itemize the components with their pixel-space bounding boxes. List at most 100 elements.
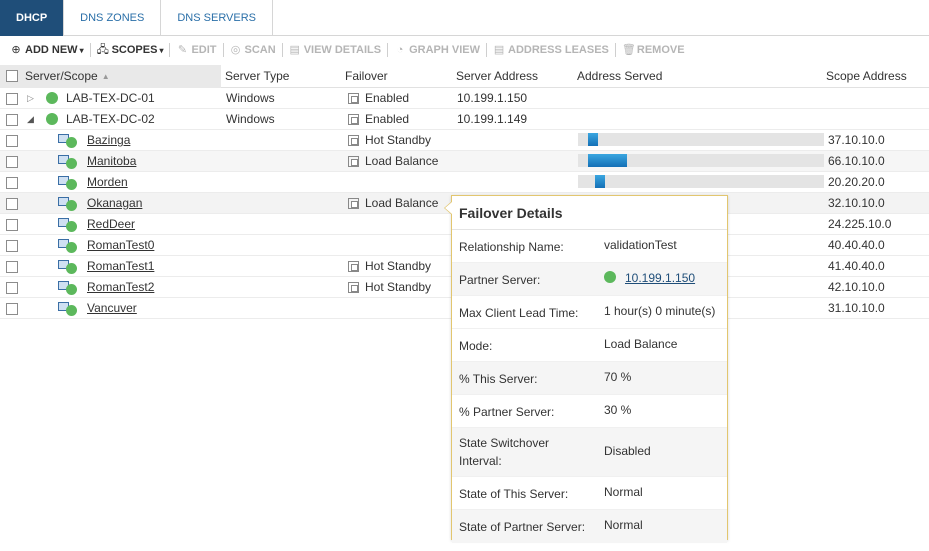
column-server-type[interactable]: Server Type	[225, 65, 289, 87]
scope-name-link[interactable]: RomanTest0	[87, 235, 154, 255]
failover-icon	[348, 260, 359, 272]
tab-dhcp[interactable]: DHCP	[0, 0, 65, 36]
scope-icon	[58, 193, 78, 213]
table-row-server[interactable]: ▷ LAB-TEX-DC-01 Windows Enabled 10.199.1…	[0, 88, 929, 109]
row-checkbox[interactable]	[6, 261, 18, 273]
popup-label: Relationship Name:	[459, 240, 564, 254]
toolbar-separator	[387, 43, 389, 57]
expand-arrow-icon[interactable]: ▷	[27, 88, 34, 108]
toolbar: ⊕ ADD NEW ▾ 🖧 SCOPES ▾ ✎ EDIT ◎ SCAN ▤ V…	[0, 37, 929, 63]
add-new-label: ADD NEW	[25, 44, 78, 56]
address-leases-button[interactable]: ▤ ADDRESS LEASES	[489, 37, 613, 63]
scope-name-link[interactable]: Bazinga	[87, 130, 130, 150]
scope-address: 24.225.10.0	[828, 217, 892, 231]
table-row-scope[interactable]: Morden 20.20.20.0	[0, 172, 929, 193]
row-checkbox[interactable]	[6, 303, 18, 315]
popup-value: 70 %	[604, 370, 632, 384]
scope-icon	[58, 298, 78, 318]
toolbar-separator	[169, 43, 171, 57]
popup-row: Max Client Lead Time: 1 hour(s) 0 minute…	[452, 296, 727, 329]
scope-name-link[interactable]: RomanTest2	[87, 277, 154, 297]
row-checkbox[interactable]	[6, 135, 18, 147]
table-row-server[interactable]: ◢ LAB-TEX-DC-02 Windows Enabled 10.199.1…	[0, 109, 929, 130]
scopes-button[interactable]: 🖧 SCOPES ▾	[93, 37, 168, 63]
view-details-button[interactable]: ▤ VIEW DETAILS	[285, 37, 385, 63]
row-checkbox[interactable]	[6, 114, 18, 126]
scope-address: 37.10.10.0	[828, 133, 885, 147]
scope-icon	[58, 235, 78, 255]
popup-label: State Switchover Interval:	[459, 436, 550, 468]
partner-server-link[interactable]: 10.199.1.150	[625, 271, 695, 285]
scope-failover: Hot Standby	[348, 277, 431, 297]
add-new-button[interactable]: ⊕ ADD NEW ▾	[6, 37, 88, 63]
scope-failover[interactable]: Load Balance	[348, 193, 438, 213]
partner-server-value: 10.199.1.150	[604, 271, 695, 285]
tab-dns-zones[interactable]: DNS ZONES	[64, 0, 162, 36]
scope-name-link[interactable]: Okanagan	[87, 193, 142, 213]
remove-button[interactable]: 🗑 REMOVE	[618, 37, 689, 63]
popup-pointer	[444, 201, 452, 215]
scope-failover-label: Load Balance	[365, 154, 439, 168]
popup-value: Load Balance	[604, 337, 678, 351]
failover-icon	[348, 197, 359, 209]
row-checkbox[interactable]	[6, 240, 18, 252]
server-address: 10.199.1.150	[457, 91, 528, 105]
column-address-served[interactable]: Address Served	[577, 65, 662, 87]
scan-button[interactable]: ◎ SCAN	[226, 37, 280, 63]
failover-icon	[348, 134, 359, 146]
server-status-dot	[46, 109, 58, 129]
row-checkbox[interactable]	[6, 219, 18, 231]
column-server-address[interactable]: Server Address	[456, 65, 538, 87]
scope-failover-label: Hot Standby	[365, 259, 432, 273]
caret-down-icon: ▾	[159, 45, 164, 55]
select-all-checkbox[interactable]	[6, 70, 18, 82]
document-icon: ▤	[493, 44, 505, 56]
scope-name-link[interactable]: Vancuver	[87, 298, 137, 318]
scope-failover-label: Hot Standby	[365, 280, 432, 294]
popup-label: Max Client Lead Time:	[459, 306, 579, 320]
scope-name-link[interactable]: RomanTest1	[87, 256, 154, 276]
scope-name-link[interactable]: Morden	[87, 172, 128, 192]
edit-button[interactable]: ✎ EDIT	[172, 37, 220, 63]
column-failover[interactable]: Failover	[345, 65, 388, 87]
popup-label: Mode:	[459, 339, 493, 353]
popup-value: validationTest	[604, 238, 677, 252]
column-server-scope[interactable]: Server/Scope ▲	[25, 65, 110, 87]
popup-value: Normal	[604, 485, 643, 499]
scope-icon	[58, 256, 78, 276]
row-checkbox[interactable]	[6, 156, 18, 168]
scope-icon	[58, 151, 78, 171]
collapse-arrow-icon[interactable]: ◢	[27, 109, 34, 129]
grid-header: Server/Scope ▲ Server Type Failover Serv…	[0, 65, 929, 88]
popup-label: State of Partner Server:	[459, 520, 586, 534]
scope-name-link[interactable]: Manitoba	[87, 151, 136, 171]
column-scope-address[interactable]: Scope Address	[826, 65, 907, 87]
failover-details-popup: Failover Details Relationship Name: vali…	[444, 195, 728, 543]
address-served-bar	[578, 154, 824, 167]
table-row-scope[interactable]: Manitoba Load Balance 66.10.10.0	[0, 151, 929, 172]
scope-name-link[interactable]: RedDeer	[87, 214, 135, 234]
scope-failover-label: Hot Standby	[365, 133, 432, 147]
toolbar-separator	[89, 43, 91, 57]
toolbar-separator	[614, 43, 616, 57]
row-checkbox[interactable]	[6, 198, 18, 210]
popup-value: 30 %	[604, 403, 632, 417]
graph-view-button[interactable]: ◔ GRAPH VIEW	[390, 37, 484, 63]
row-checkbox[interactable]	[6, 177, 18, 189]
popup-row: % This Server: 70 %	[452, 362, 727, 395]
tab-dns-servers[interactable]: DNS SERVERS	[161, 0, 274, 36]
popup-row: State of Partner Server: Normal	[452, 510, 727, 543]
row-checkbox[interactable]	[6, 93, 18, 105]
popup-row: State Switchover Interval: Disabled	[452, 428, 727, 477]
table-row-scope[interactable]: Bazinga Hot Standby 37.10.10.0	[0, 130, 929, 151]
popup-label: % Partner Server:	[459, 405, 555, 419]
server-failover-label: Enabled	[365, 112, 410, 126]
popup-title: Failover Details	[452, 196, 727, 230]
row-checkbox[interactable]	[6, 282, 18, 294]
scope-icon	[58, 214, 78, 234]
scope-failover: Load Balance	[348, 151, 438, 171]
caret-down-icon: ▾	[79, 45, 84, 55]
scope-address: 41.40.40.0	[828, 259, 885, 273]
popup-label: % This Server:	[459, 372, 538, 386]
address-served-bar	[578, 133, 824, 146]
